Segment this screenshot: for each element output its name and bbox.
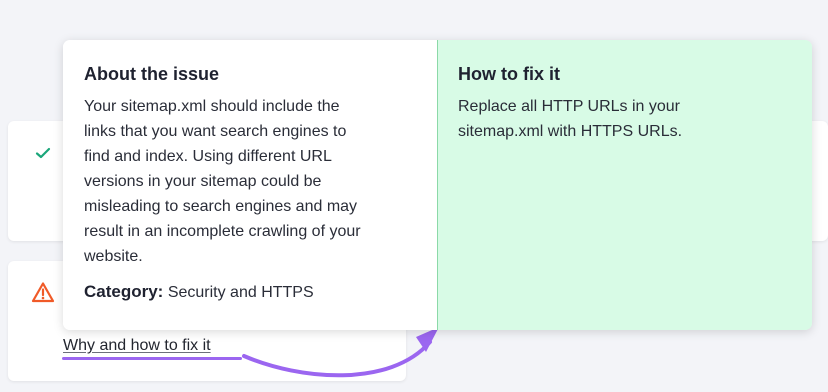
link-highlight-underline xyxy=(62,357,242,360)
about-line: links that you want search engines to xyxy=(84,123,347,140)
how-to-fix-text: Replace all HTTP URLs in your sitemap.xm… xyxy=(458,94,792,144)
about-line: result in an incomplete crawling of your xyxy=(84,223,361,240)
about-line: find and index. Using different URL xyxy=(84,148,332,165)
about-line: versions in your sitemap could be xyxy=(84,173,322,190)
how-to-fix-title: How to fix it xyxy=(458,64,560,84)
about-issue-title: About the issue xyxy=(84,64,220,84)
fix-line: Replace all HTTP URLs in your xyxy=(458,98,681,115)
about-line: misleading to search engines and may xyxy=(84,198,358,215)
category-label: Category: xyxy=(84,282,164,301)
why-and-how-to-fix-link[interactable]: Why and how to fix it xyxy=(63,337,211,355)
issue-category: Category: Security and HTTPS xyxy=(84,282,417,302)
warning-icon xyxy=(31,281,55,303)
about-issue-pane: About the issue Your sitemap.xml should … xyxy=(63,40,437,330)
fix-line: sitemap.xml with HTTPS URLs. xyxy=(458,123,683,140)
about-line: website. xyxy=(84,248,143,265)
category-value: Security and HTTPS xyxy=(167,284,314,301)
issue-details-popup: About the issue Your sitemap.xml should … xyxy=(63,40,812,330)
about-issue-text: Your sitemap.xml should include the link… xyxy=(84,94,417,269)
about-line: Your sitemap.xml should include the xyxy=(84,98,340,115)
how-to-fix-pane: How to fix it Replace all HTTP URLs in y… xyxy=(437,40,812,330)
check-icon xyxy=(34,144,52,162)
